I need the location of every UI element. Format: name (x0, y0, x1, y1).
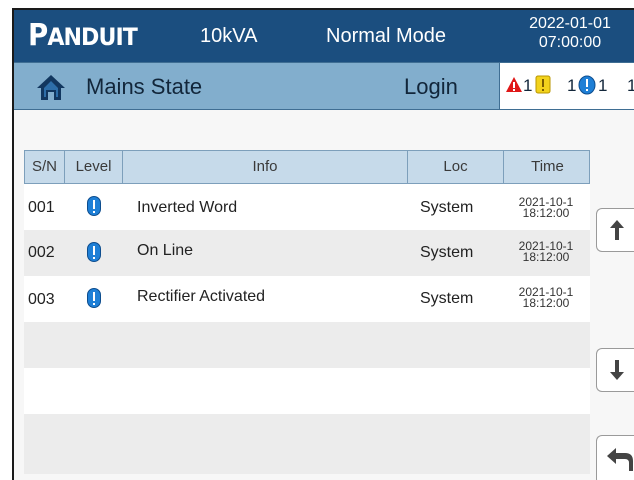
column-time: Time (531, 158, 564, 175)
sub-bar: Mains State Login 1 1 1 1 (14, 62, 634, 110)
info-alarm-count: 1 (598, 76, 608, 95)
column-info: Info (123, 151, 408, 183)
warning-alarm-icon (535, 75, 551, 94)
row-info: On Line (137, 242, 194, 259)
row-time: 18:12:00 (522, 206, 570, 220)
table-header: S/N Level Info Loc Time (24, 150, 590, 184)
row-sn: 001 (28, 199, 55, 216)
warning-alarm-count: 1 (567, 76, 577, 95)
row-time: 18:12:00 (522, 250, 570, 264)
capacity-label: 10kVA (200, 25, 258, 47)
empty-row (24, 368, 590, 414)
mode-label: Normal Mode (326, 25, 447, 47)
table-row[interactable]: 001 Inverted Word System 2021-10-1 18:12… (24, 184, 590, 230)
info-level-icon (87, 242, 101, 262)
return-icon (607, 448, 633, 471)
datetime: 2022-01-01 07:00:00 (520, 14, 620, 52)
row-loc: System (420, 199, 474, 216)
row-sn: 003 (28, 291, 55, 308)
date-label: 2022-01-01 (529, 15, 611, 32)
row-time: 18:12:00 (522, 296, 570, 310)
top-bar: PANDUIT 10kVA Normal Mode 2022-01-01 07:… (14, 10, 634, 62)
info-level-icon (87, 288, 101, 308)
row-loc: System (420, 290, 474, 307)
time-label: 07:00:00 (538, 34, 602, 51)
row-sn: 002 (28, 244, 55, 261)
empty-row (24, 414, 590, 474)
brand-logo: PANDUIT (28, 18, 138, 53)
login-button[interactable]: Login (404, 75, 458, 99)
column-sn: S/N (25, 151, 65, 183)
table-row[interactable]: 002 On Line System 2021-10-1 18:12:00 (24, 230, 590, 276)
info-level-icon (87, 196, 101, 216)
alarm-summary[interactable]: 1 1 1 1 (499, 63, 634, 109)
column-level: Level (65, 151, 123, 183)
home-icon[interactable] (36, 73, 66, 101)
info-alarm-icon (578, 75, 596, 95)
scroll-down-button[interactable] (596, 348, 634, 392)
row-loc: System (420, 244, 474, 261)
page-title: Mains State (86, 74, 203, 99)
table-row[interactable]: 003 Rectifier Activated System 2021-10-1… (24, 276, 590, 322)
back-button[interactable] (596, 435, 634, 480)
arrow-up-icon (610, 220, 624, 240)
row-info: Inverted Word (137, 199, 238, 216)
critical-alarm-icon (506, 77, 522, 92)
row-info: Rectifier Activated (137, 288, 266, 305)
scroll-up-button[interactable] (596, 208, 634, 252)
extra-alarm-count: 1 (627, 76, 634, 96)
critical-alarm-count: 1 (523, 76, 533, 95)
ups-screen: PANDUIT 10kVA Normal Mode 2022-01-01 07:… (12, 8, 634, 480)
empty-row (24, 322, 590, 368)
arrow-down-icon (610, 360, 624, 380)
column-loc: Loc (408, 151, 504, 183)
